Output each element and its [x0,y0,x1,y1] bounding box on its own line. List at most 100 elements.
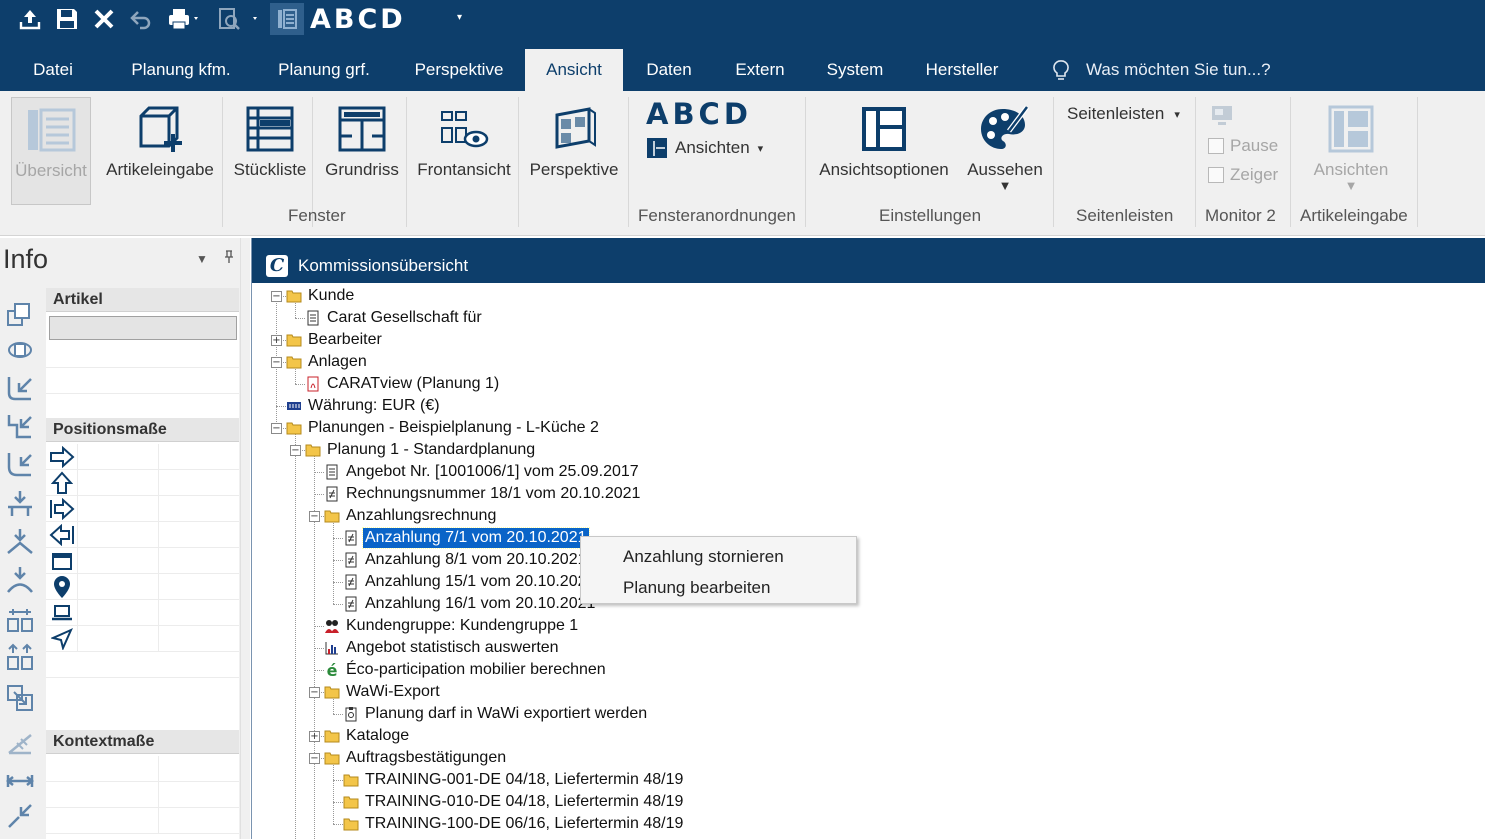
grid-row[interactable] [46,522,239,548]
print-preview-icon[interactable] [216,5,262,33]
collapse-toggle[interactable]: − [309,511,320,522]
chevron-down-icon[interactable]: ▼ [196,252,208,266]
tree-node-training-100[interactable]: TRAINING-100-DE 06/16, Liefertermin 48/1… [343,813,685,835]
tab-perspektive[interactable]: Perspektive [400,49,518,91]
grid-row[interactable] [46,470,239,496]
chevron-down-icon[interactable]: ▾ [457,12,462,23]
copy-shape-icon[interactable] [4,298,36,330]
tree-node-auftragsbestaetigungen[interactable]: Auftragsbestätigungen [324,747,508,769]
stueckliste-button[interactable]: Stückliste [230,97,310,205]
print-icon[interactable] [164,5,204,33]
tab-datei[interactable]: Datei [14,49,92,91]
shrink-icon[interactable] [4,800,36,832]
frontansicht-button[interactable]: Frontansicht [414,97,514,205]
grid-row[interactable] [46,782,239,808]
document-title: Kommissionsübersicht [298,256,469,275]
collapse-toggle[interactable]: − [309,687,320,698]
tree-node-bearbeiter[interactable]: Bearbeiter [286,329,384,351]
pin-icon[interactable] [224,250,234,267]
perspektive-button[interactable]: Perspektive [526,97,622,205]
tree-node-wawi-item[interactable]: Planung darf in WaWi exportiert werden [343,703,649,725]
tree-node-training-001[interactable]: TRAINING-001-DE 04/18, Liefertermin 48/1… [343,769,685,791]
tab-ansicht[interactable]: Ansicht [525,49,623,91]
collapse-toggle[interactable]: − [271,423,282,434]
artikeleingabe-ansichten-button[interactable]: Ansichten ▼ [1306,97,1396,205]
tab-system[interactable]: System [815,49,895,91]
ansichtsoptionen-button[interactable]: Ansichtsoptionen [814,97,954,205]
step-snap-icon[interactable] [4,410,36,442]
save-icon[interactable] [53,5,81,33]
collapse-toggle[interactable]: − [271,357,282,368]
tell-me-search[interactable]: Was möchten Sie tun...? [1050,49,1271,91]
pause-checkbox[interactable]: Pause [1208,136,1278,156]
collapse-toggle[interactable]: − [271,291,282,302]
catalog-icon[interactable] [270,3,304,35]
tree-node-kundengruppe[interactable]: Kundengruppe: Kundengruppe 1 [324,615,580,637]
tree-node-anlagen[interactable]: Anlagen [286,351,369,373]
grid-row[interactable] [46,626,239,652]
undo-icon[interactable] [127,5,155,33]
rotate-copy-icon[interactable] [4,334,36,366]
grid-row[interactable] [46,444,239,470]
close-icon[interactable] [90,5,118,33]
place-arc-icon[interactable] [4,564,36,596]
place-under-icon[interactable] [4,488,36,520]
grid-row[interactable] [46,808,239,834]
tree-node-anzahlung-16[interactable]: Anzahlung 16/1 vom 20.10.2021 [343,593,597,615]
grundriss-button[interactable]: Grundriss [320,97,404,205]
place-on-icon[interactable] [4,526,36,558]
tree-node-planungen[interactable]: Planungen - Beispielplanung - L-Küche 2 [286,417,601,439]
abcd-layout-button[interactable]: ABCD [646,97,752,131]
tree-node-kunde-name[interactable]: Carat Gesellschaft für [305,307,484,329]
collapse-toggle[interactable]: − [290,445,301,456]
tree-node-anzahlung-15[interactable]: Anzahlung 15/1 vom 20.10.2021 [343,571,597,593]
tree-node-caratview[interactable]: CARATview (Planung 1) [305,373,501,395]
aussehen-button[interactable]: Aussehen ▼ [962,97,1048,205]
tab-extern[interactable]: Extern [722,49,798,91]
tab-hersteller[interactable]: Hersteller [912,49,1012,91]
corner-snap-icon[interactable] [4,372,36,404]
curve-snap-icon[interactable] [4,448,36,480]
collapse-toggle[interactable]: − [309,753,320,764]
tab-planung-grf[interactable]: Planung grf. [262,49,386,91]
seitenleisten-dropdown[interactable]: Seitenleisten ▾ [1067,104,1180,124]
expand-toggle[interactable]: + [271,335,282,346]
abcd-brand[interactable]: ABCD [310,2,406,36]
tree-node-angebot[interactable]: Angebot Nr. [1001006/1] vom 25.09.2017 [324,461,641,483]
tree-node-rechnung[interactable]: Rechnungsnummer 18/1 vom 20.10.2021 [324,483,642,505]
resize-icon[interactable] [4,682,36,714]
tree-node-planung1[interactable]: Planung 1 - Standardplanung [305,439,537,461]
expand-toggle[interactable]: + [309,731,320,742]
ansichten-dropdown[interactable]: Ansichten ▾ [646,135,763,161]
tree-node-anzahlung-7[interactable]: Anzahlung 7/1 vom 20.10.2021 [343,527,590,549]
distribute-vertical-icon[interactable] [4,642,36,674]
artikeleingabe-button[interactable]: Artikeleingabe [102,97,218,205]
tree-node-kataloge[interactable]: Kataloge [324,725,411,747]
tree-node-statistik[interactable]: Angebot statistisch auswerten [324,637,561,659]
tab-daten[interactable]: Daten [632,49,706,91]
tree-node-anzahlung-8[interactable]: Anzahlung 8/1 vom 20.10.2021 [343,549,589,571]
grid-row[interactable] [46,548,239,574]
uebersicht-button[interactable]: Übersicht [11,97,91,205]
tree-node-wawi[interactable]: WaWi-Export [324,681,442,703]
angle-icon[interactable] [4,726,36,758]
grid-row[interactable] [46,756,239,782]
zeiger-checkbox[interactable]: Zeiger [1208,165,1278,185]
grid-row[interactable] [46,574,239,600]
tree-node-waehrung[interactable]: Währung: EUR (€) [286,395,442,417]
distribute-icon[interactable] [4,604,36,636]
grid-row[interactable] [46,600,239,626]
artikel-field[interactable] [49,316,237,340]
panel-splitter[interactable] [240,238,250,839]
menu-item-anzahlung-stornieren[interactable]: Anzahlung stornieren [623,547,784,567]
tree-node-anzahlungsrechnung[interactable]: Anzahlungsrechnung [324,505,498,527]
menu-item-planung-bearbeiten[interactable]: Planung bearbeiten [623,578,770,598]
tree-node-training-010[interactable]: TRAINING-010-DE 04/18, Liefertermin 48/1… [343,791,685,813]
tree-node-eco[interactable]: é Éco-participation mobilier berechnen [324,659,608,681]
upload-icon[interactable] [16,5,44,33]
tab-planung-kfm[interactable]: Planung kfm. [112,49,250,91]
width-icon[interactable] [4,764,36,796]
clipboard-icon [343,706,359,722]
tree-node-kunde[interactable]: Kunde [286,285,356,307]
grid-row[interactable] [46,496,239,522]
